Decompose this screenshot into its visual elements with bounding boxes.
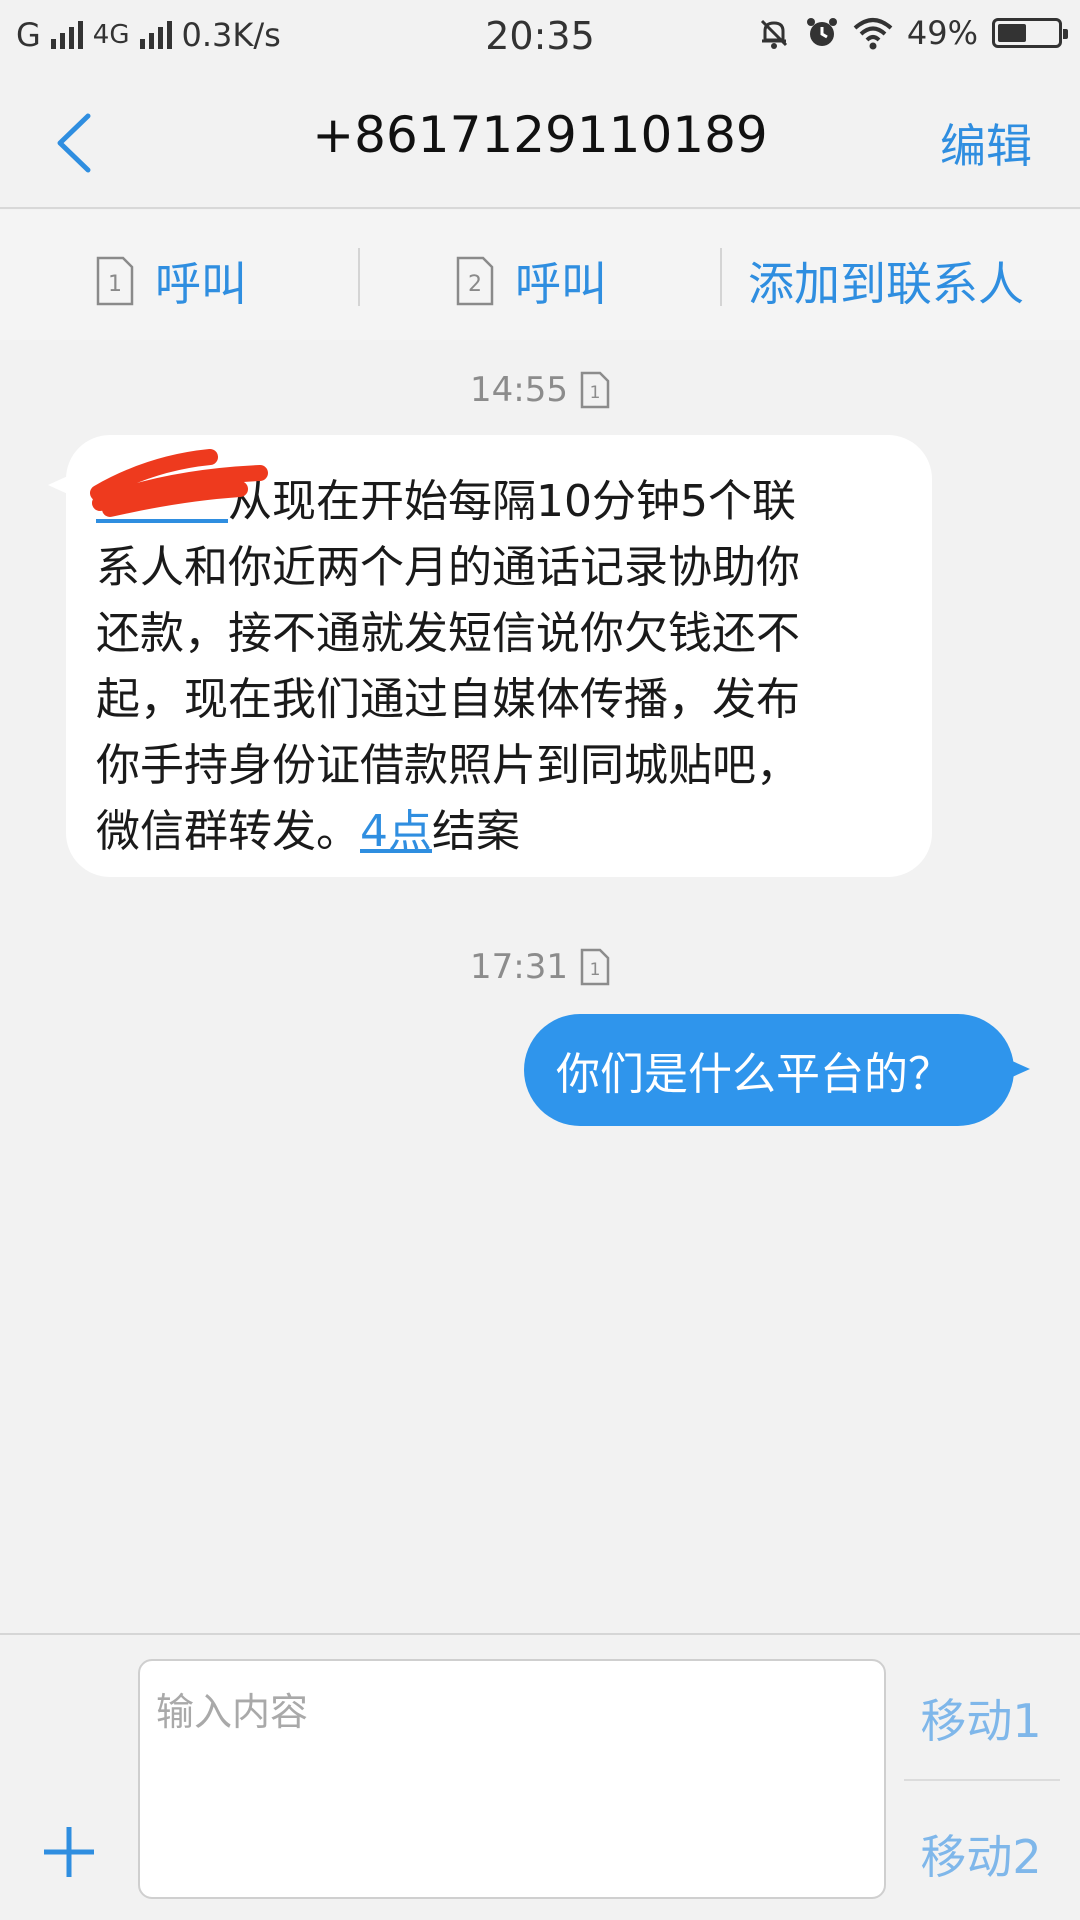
send-divider [904,1779,1060,1781]
action-divider [358,248,360,306]
sim-card-icon: 1 [580,371,610,409]
call-sim1-label: 呼叫 [155,257,247,311]
status-right: 49% [757,14,1068,52]
sim-card-1-icon: 1 [96,256,134,306]
add-to-contacts-button[interactable]: 添加到联系人 [748,248,1024,314]
incoming-message-bubble[interactable]: 从现在开始每隔10分钟5个联 系人和你近两个月的通话记录协助你 还款，接不通就发… [48,435,932,877]
message-composer: 输入内容 移动1 移动2 [0,1633,1080,1920]
bubble-tail [48,475,70,495]
call-sim1-button[interactable]: 1 呼叫 [95,248,247,314]
message-timestamp: 14:55 1 [0,370,1080,410]
edit-button[interactable]: 编辑 [940,110,1032,176]
action-bar: 1 呼叫 2 呼叫 添加到联系人 [0,210,1080,340]
action-divider [720,248,722,306]
sim-card-icon: 1 [580,948,610,986]
send-sim1-button[interactable]: 移动1 [906,1685,1056,1751]
message-timestamp: 17:31 1 [0,947,1080,987]
redaction-scribble [90,449,268,517]
svg-text:2: 2 [468,272,482,297]
battery-percent: 49% [906,14,978,52]
bubble-tail [1010,1060,1030,1078]
outgoing-message-text: 你们是什么平台的？ [556,1049,952,1100]
svg-text:1: 1 [108,272,122,297]
battery-icon [992,18,1068,48]
status-bar: G 4G 0.3K/s 20:35 49% [0,0,1080,76]
svg-text:1: 1 [590,383,601,403]
outgoing-message-bubble[interactable]: 你们是什么平台的？ [524,1014,1030,1126]
call-sim2-label: 呼叫 [515,257,607,311]
send-sim2-button[interactable]: 移动2 [906,1821,1056,1887]
message-line: 你手持身份证借款照片到同城贴吧， [96,740,800,791]
alarm-icon [806,18,837,46]
plus-icon[interactable] [40,1823,98,1881]
message-line: 微信群转发。4点结案 [96,806,520,857]
conversation-header: +8617129110189 编辑 [0,76,1080,209]
timestamp-text: 14:55 [470,370,568,410]
message-input[interactable]: 输入内容 [138,1659,886,1899]
message-line: 系人和你近两个月的通话记录协助你 [96,542,800,593]
svg-text:1: 1 [590,960,601,980]
message-line: 起，现在我们通过自媒体传播，发布 [96,674,800,725]
sim-card-2-icon: 2 [456,256,494,306]
message-line: 还款，接不通就发短信说你欠钱还不 [96,608,800,659]
timestamp-text: 17:31 [470,947,568,987]
mute-bell-icon [760,19,787,49]
wifi-icon [853,18,893,50]
contact-number-title: +8617129110189 [312,106,768,164]
call-sim2-button[interactable]: 2 呼叫 [455,248,607,314]
time-link[interactable]: 4点 [360,806,432,857]
message-line: 从现在开始每隔10分钟5个联 [90,449,902,535]
redacted-link [90,449,268,535]
